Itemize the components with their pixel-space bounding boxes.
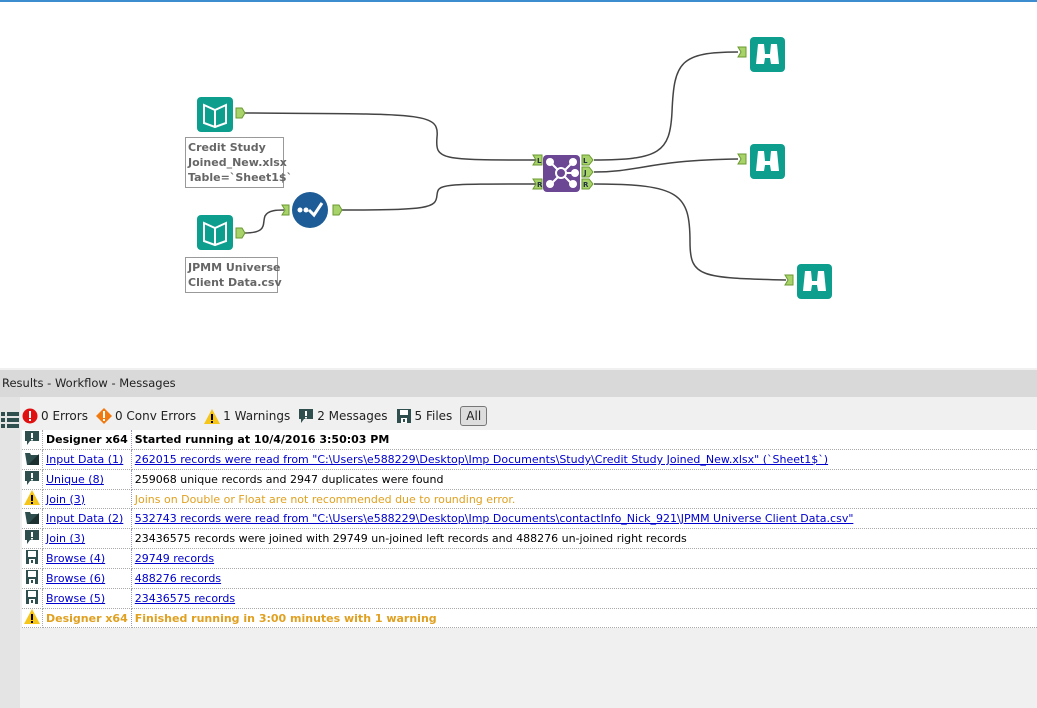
save-file-icon (22, 548, 43, 569)
save-file-icon (396, 408, 412, 424)
message-text: Started running at 10/4/2016 3:50:03 PM (134, 433, 390, 446)
message-icon (22, 469, 43, 490)
files-label: 5 Files (414, 409, 453, 423)
warning-icon (22, 489, 43, 509)
message-row[interactable]: Browse (6) 488276 records (22, 568, 1037, 589)
conv-errors-label: 0 Conv Errors (114, 409, 197, 423)
filter-conv-errors[interactable]: 0 Conv Errors (95, 408, 197, 424)
message-text: Finished running in 3:00 minutes with 1 … (134, 611, 437, 625)
message-tool-link[interactable]: Browse (5) (46, 592, 105, 605)
message-icon (298, 408, 314, 424)
conv-error-icon (95, 408, 112, 424)
input-icon (22, 449, 43, 470)
message-text: 259068 unique records and 2947 duplicate… (134, 473, 444, 486)
filter-files[interactable]: 5 Files (396, 408, 453, 424)
message-text: 23436575 records were joined with 29749 … (134, 532, 687, 545)
input-data-tool-1[interactable] (197, 97, 246, 132)
message-tool-link[interactable]: Input Data (2) (46, 512, 123, 525)
workflow-canvas[interactable]: LR LJR Credit Study Joined_New.xlsx Tabl… (0, 0, 1037, 368)
browse-tool-4[interactable] (737, 37, 785, 72)
message-row[interactable]: Join (3) 23436575 records were joined wit… (22, 528, 1037, 549)
message-row[interactable]: Browse (4) 29749 records (22, 548, 1037, 569)
warning-icon (204, 408, 221, 424)
error-icon (22, 408, 38, 424)
message-row[interactable]: Join (3) Joins on Double or Float are not… (22, 489, 1037, 509)
results-filter-toolbar: 0 Errors 0 Conv Errors 1 Warnings 2 Mess… (22, 403, 495, 429)
filter-messages[interactable]: 2 Messages (298, 408, 388, 424)
filter-errors[interactable]: 0 Errors (22, 408, 88, 424)
messages-table: Designer x64 Started running at 10/4/2016… (22, 430, 1037, 628)
message-text-link[interactable]: 23436575 records (135, 592, 235, 605)
message-row[interactable]: Designer x64 Started running at 10/4/2016… (22, 430, 1037, 450)
message-tool-link[interactable]: Join (3) (46, 493, 85, 506)
save-file-icon (22, 568, 43, 589)
svg-text:L: L (583, 157, 588, 165)
message-tool-link[interactable]: Browse (6) (46, 572, 105, 585)
workflow-diagram: LR LJR (197, 37, 832, 299)
message-text-link[interactable]: 532743 records were read from "C:\Users\… (135, 512, 854, 525)
results-sidebar (0, 397, 20, 708)
message-text-link[interactable]: 29749 records (135, 552, 214, 565)
message-tool-link[interactable]: Join (3) (46, 532, 85, 545)
message-tool-link[interactable]: Input Data (1) (46, 453, 123, 466)
message-text: Joins on Double or Float are not recomme… (134, 492, 516, 506)
message-tool-link[interactable]: Browse (4) (46, 552, 105, 565)
message-source: Designer x64 (46, 611, 128, 625)
message-row[interactable]: Input Data (1) 262015 records were read f… (22, 449, 1037, 470)
message-icon (22, 430, 43, 450)
messages-label: 2 Messages (317, 409, 388, 423)
input1-annotation: Credit Study Joined_New.xlsx Table=`Shee… (185, 137, 292, 188)
message-row[interactable]: Designer x64 Finished running in 3:00 min… (22, 608, 1037, 628)
message-text-link[interactable]: 262015 records were read from "C:\Users\… (135, 453, 828, 466)
message-row[interactable]: Unique (8) 259068 unique records and 2947… (22, 469, 1037, 490)
svg-text:J: J (583, 169, 587, 177)
save-file-icon (22, 588, 43, 609)
svg-text:R: R (583, 181, 589, 189)
message-icon (22, 528, 43, 549)
unique-tool[interactable] (281, 192, 343, 228)
list-view-icon[interactable] (0, 409, 20, 433)
message-text-link[interactable]: 488276 records (135, 572, 221, 585)
connections (243, 51, 787, 281)
warning-icon (22, 608, 43, 628)
input-data-tool-2[interactable] (197, 215, 246, 250)
browse-tool-5[interactable] (784, 264, 832, 299)
join-anchor-l: L (537, 157, 542, 165)
message-row[interactable]: Browse (5) 23436575 records (22, 588, 1037, 609)
message-source: Designer x64 (46, 433, 128, 446)
results-panel-header: Results - Workflow - Messages (0, 370, 1037, 397)
svg-text:R: R (537, 181, 543, 189)
input2-annotation: JPMM Universe Client Data.csv (185, 257, 282, 293)
message-tool-link[interactable]: Unique (8) (46, 473, 104, 486)
filter-warnings[interactable]: 1 Warnings (204, 408, 291, 424)
errors-label: 0 Errors (41, 409, 88, 423)
message-row[interactable]: Input Data (2) 532743 records were read f… (22, 508, 1037, 529)
filter-all-button[interactable]: All (460, 406, 488, 426)
join-tool[interactable]: LR LJR (532, 154, 594, 192)
browse-tool-6[interactable] (737, 144, 785, 179)
input-icon (22, 508, 43, 529)
warnings-label: 1 Warnings (223, 409, 291, 423)
